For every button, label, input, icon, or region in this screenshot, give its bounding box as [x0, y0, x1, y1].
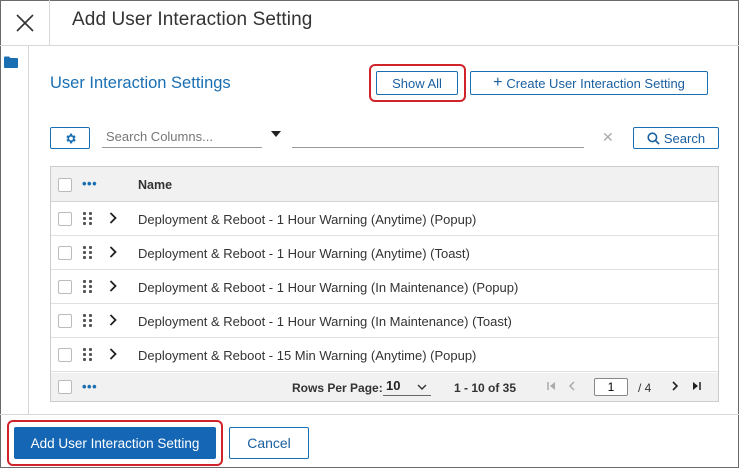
- close-icon: [15, 14, 34, 32]
- row-name: Deployment & Reboot - 1 Hour Warning (An…: [138, 246, 470, 261]
- show-all-button[interactable]: Show All: [376, 71, 458, 95]
- last-page-icon[interactable]: [692, 381, 701, 391]
- search-value-input[interactable]: [292, 126, 584, 148]
- pagination-range: 1 - 10 of 35: [454, 381, 517, 395]
- dialog-title: Add User Interaction Setting: [72, 9, 313, 30]
- select-all-checkbox[interactable]: [58, 178, 72, 192]
- rows-per-page-value: 10: [386, 378, 401, 393]
- create-user-interaction-setting-button[interactable]: + Create User Interaction Setting: [470, 71, 708, 95]
- chevron-right-icon[interactable]: [109, 212, 117, 224]
- dialog-header: Add User Interaction Setting: [0, 0, 739, 46]
- table-header: ••• Name: [51, 167, 718, 202]
- table-row[interactable]: Deployment & Reboot - 1 Hour Warning (An…: [51, 236, 718, 270]
- settings-table: ••• Name Deployment & Reboot - 1 Hour Wa…: [50, 166, 719, 402]
- total-pages: / 4: [638, 381, 652, 395]
- drag-handle-icon[interactable]: [83, 348, 95, 362]
- row-checkbox[interactable]: [58, 280, 72, 294]
- rows-per-page-label: Rows Per Page:: [292, 381, 383, 395]
- add-user-interaction-setting-button[interactable]: Add User Interaction Setting: [14, 427, 216, 459]
- row-checkbox[interactable]: [58, 348, 72, 362]
- drag-handle-icon[interactable]: [83, 280, 95, 294]
- panel-title: User Interaction Settings: [50, 74, 231, 92]
- footer-more-icon[interactable]: •••: [82, 379, 97, 394]
- show-all-label: Show All: [392, 75, 442, 91]
- column-settings-button[interactable]: [50, 127, 90, 149]
- drag-handle-icon[interactable]: [83, 212, 95, 226]
- drag-handle-icon[interactable]: [83, 246, 95, 260]
- search-button-label: Search: [663, 130, 706, 146]
- header-more-icon[interactable]: •••: [82, 176, 97, 191]
- folder-icon[interactable]: [4, 56, 18, 68]
- row-name: Deployment & Reboot - 1 Hour Warning (An…: [138, 212, 477, 227]
- row-checkbox[interactable]: [58, 246, 72, 260]
- drag-handle-icon[interactable]: [83, 314, 95, 328]
- page-number-input[interactable]: [594, 378, 628, 396]
- search-button[interactable]: Search: [633, 127, 719, 149]
- gear-icon: [65, 133, 76, 143]
- previous-page-icon[interactable]: [568, 381, 575, 391]
- row-checkbox[interactable]: [58, 212, 72, 226]
- clear-search-icon[interactable]: ✕: [602, 129, 614, 146]
- chevron-right-icon[interactable]: [109, 280, 117, 292]
- left-rail: [0, 46, 29, 414]
- table-row[interactable]: Deployment & Reboot - 1 Hour Warning (An…: [51, 202, 718, 236]
- footer-divider: [0, 414, 739, 415]
- rows-per-page-select[interactable]: 10: [383, 378, 431, 396]
- first-page-icon[interactable]: [547, 381, 556, 391]
- search-columns-input[interactable]: [102, 126, 262, 148]
- magnifier-icon: [647, 131, 660, 145]
- cancel-button[interactable]: Cancel: [229, 427, 309, 459]
- chevron-right-icon[interactable]: [109, 246, 117, 258]
- row-name: Deployment & Reboot - 1 Hour Warning (In…: [138, 314, 512, 329]
- table-footer: ••• Rows Per Page: 10 1 - 10 of 35 / 4: [51, 373, 718, 401]
- table-row[interactable]: Deployment & Reboot - 15 Min Warning (An…: [51, 338, 718, 372]
- chevron-down-icon: [417, 384, 427, 390]
- chevron-right-icon[interactable]: [109, 348, 117, 360]
- table-row[interactable]: Deployment & Reboot - 1 Hour Warning (In…: [51, 304, 718, 338]
- plus-icon: +: [493, 74, 503, 91]
- chevron-right-icon[interactable]: [109, 314, 117, 326]
- caret-down-icon[interactable]: [271, 131, 281, 138]
- close-button[interactable]: [0, 0, 50, 46]
- next-page-icon[interactable]: [672, 381, 679, 391]
- row-name: Deployment & Reboot - 1 Hour Warning (In…: [138, 280, 519, 295]
- table-row[interactable]: Deployment & Reboot - 1 Hour Warning (In…: [51, 270, 718, 304]
- row-name: Deployment & Reboot - 15 Min Warning (An…: [138, 348, 477, 363]
- footer-checkbox[interactable]: [58, 380, 72, 394]
- create-button-label: Create User Interaction Setting: [506, 75, 685, 91]
- column-header-name[interactable]: Name: [138, 178, 172, 192]
- row-checkbox[interactable]: [58, 314, 72, 328]
